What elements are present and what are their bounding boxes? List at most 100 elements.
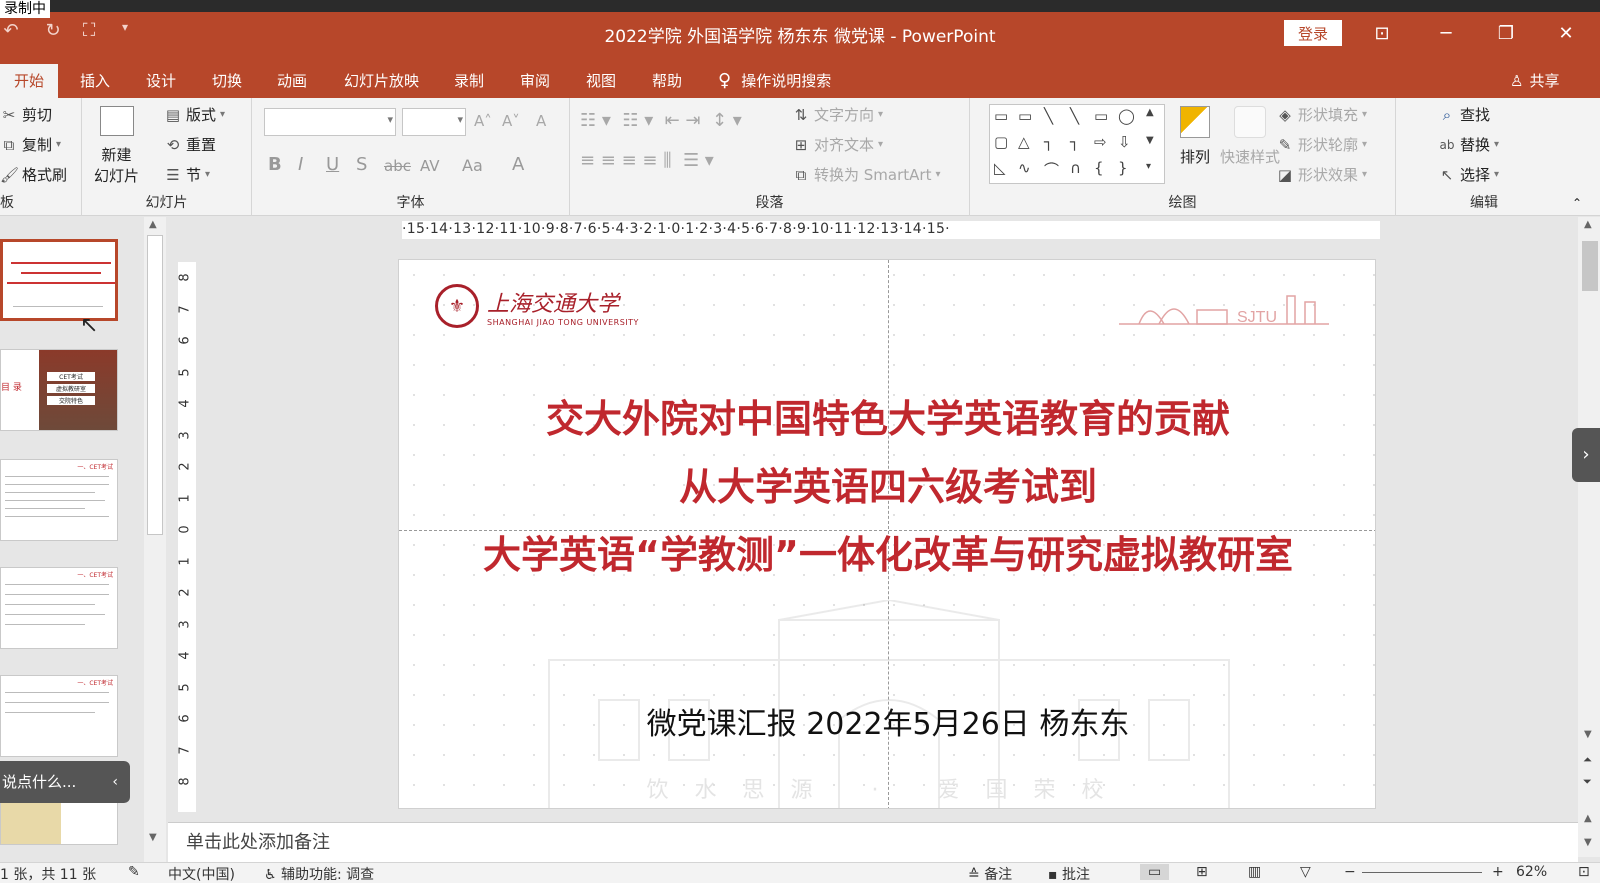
thumbnail-scrollbar[interactable]: ▲ ▼ [144, 217, 166, 863]
reading-view-icon[interactable]: ▥ [1248, 864, 1261, 880]
scribble-icon[interactable]: ∿ [1018, 159, 1031, 177]
bullets-icon[interactable]: ☷ ▾ ☷ ▾ ⇤ ⇥ ↕ ▾ [580, 110, 742, 131]
zoom-level[interactable]: 62% [1516, 864, 1547, 880]
shadow-button[interactable]: S [356, 154, 367, 175]
spell-check-icon[interactable]: ✎ [128, 864, 140, 880]
arrow-line-icon[interactable]: ╲ [1070, 107, 1079, 125]
tab-insert[interactable]: 插入 [66, 64, 124, 98]
select-button[interactable]: ↖ 选择 ▾ [1438, 164, 1499, 185]
slide-thumbnail-5[interactable]: 一、CET考试 [0, 675, 118, 757]
freeform-icon[interactable]: ◺ [994, 159, 1006, 177]
replace-button[interactable]: ab 替换 ▾ [1438, 134, 1500, 155]
slide-title-line-1[interactable]: 交大外院对中国特色大学英语教育的贡献 [399, 388, 1375, 443]
tab-home[interactable]: 开始 [0, 64, 59, 98]
tab-design[interactable]: 设计 [132, 64, 190, 98]
clear-format-button[interactable]: A [536, 112, 546, 130]
line-shape-icon[interactable]: ╲ [1044, 107, 1053, 125]
slide-subtitle[interactable]: 微党课汇报 2022年5月26日 杨东东 [399, 699, 1375, 743]
tell-me-search[interactable]: ♀ 操作说明搜索 [718, 64, 831, 98]
shrink-font-button[interactable]: A˅ [502, 112, 520, 130]
notes-pane[interactable]: 单击此处添加备注 [168, 822, 1578, 862]
tab-record[interactable]: 录制 [440, 64, 498, 98]
italic-button[interactable]: I [298, 154, 303, 175]
scroll-down-icon[interactable]: ▼ [1584, 837, 1592, 848]
smartart-button[interactable]: ⧉ 转换为 SmartArt ▾ [792, 164, 941, 185]
font-color-button[interactable]: A [512, 154, 524, 175]
expand-pane-chevron-icon[interactable]: › [1572, 428, 1600, 482]
underline-button[interactable]: U [326, 154, 339, 175]
rectangle-shape-icon[interactable]: ▭ [1094, 107, 1108, 125]
reset-button[interactable]: ⟲ 重置 [164, 134, 216, 155]
elbow-arrow-icon[interactable]: ┐ [1070, 133, 1079, 151]
copy-button[interactable]: ⧉ 复制 ▾ [0, 134, 61, 155]
minimize-button[interactable]: ─ [1424, 18, 1468, 50]
grow-font-button[interactable]: A˄ [474, 112, 492, 130]
layout-button[interactable]: ▤ 版式 ▾ [164, 104, 225, 125]
strikethrough-button[interactable]: abc [384, 157, 411, 175]
slide-canvas[interactable]: ⚜ 上海交通大学 SHANGHAI JIAO TONG UNIVERSITY S… [398, 259, 1376, 809]
right-arrow-icon[interactable]: ⇨ [1094, 133, 1107, 151]
thumbnail-scroll-thumb[interactable] [147, 235, 163, 535]
shape-outline-button[interactable]: ✎ 形状轮廓 ▾ [1276, 134, 1367, 155]
char-spacing-button[interactable]: AV [420, 157, 440, 175]
down-arrow-icon[interactable]: ⇩ [1118, 133, 1131, 151]
shape-fill-button[interactable]: ◈ 形状填充 ▾ [1276, 104, 1367, 125]
gallery-down-icon[interactable]: ▼ [1146, 135, 1154, 146]
login-button[interactable]: 登录 [1284, 20, 1342, 46]
tab-help[interactable]: 帮助 [638, 64, 696, 98]
scroll-up-icon[interactable]: ▲ [1584, 219, 1592, 230]
format-painter-button[interactable]: 🖌 格式刷 [0, 164, 67, 185]
scroll-up-icon[interactable]: ▲ [1584, 813, 1592, 824]
ribbon-display-options-icon[interactable]: ⊡ [1360, 18, 1404, 50]
language-status[interactable]: 中文(中国) [168, 864, 235, 883]
slideshow-view-icon[interactable]: ▽ [1300, 864, 1311, 880]
slide-sorter-view-icon[interactable]: ⊞ [1196, 864, 1208, 880]
font-family-combo[interactable]: ▾ [264, 108, 396, 136]
collapse-ribbon-icon[interactable]: ⌃ [1572, 196, 1582, 210]
close-button[interactable]: ✕ [1544, 18, 1588, 50]
scroll-down-icon[interactable]: ▼ [149, 832, 157, 843]
tab-slideshow[interactable]: 幻灯片放映 [330, 64, 433, 98]
gallery-up-icon[interactable]: ▲ [1146, 107, 1154, 118]
maximize-button[interactable]: ❐ [1484, 18, 1528, 50]
tab-animations[interactable]: 动画 [263, 64, 321, 98]
arrange-button[interactable]: 排列 [1180, 106, 1210, 167]
tab-review[interactable]: 审阅 [506, 64, 564, 98]
previous-slide-icon[interactable]: ⏶ [1583, 753, 1592, 767]
shapes-gallery[interactable]: ▭ ▭ ╲ ╲ ▭ ◯ ▢ △ ┐ ┐ ⇨ ⇩ ◺ ∿ ⌒ ∩ { } ▲ ▼ … [989, 104, 1165, 184]
align-text-button[interactable]: ⊞ 对齐文本 ▾ [792, 134, 883, 155]
section-button[interactable]: ☰ 节 ▾ [164, 164, 210, 185]
normal-view-icon[interactable]: ▭ [1140, 864, 1170, 880]
slide-thumbnail-4[interactable]: 一、CET考试 [0, 567, 118, 649]
slide-title-line-2[interactable]: 从大学英语四六级考试到 [399, 456, 1375, 511]
slide-scrollbar[interactable]: ▲ ▼ ⏶ ⏷ ▲ ▼ [1578, 217, 1600, 857]
tab-view[interactable]: 视图 [572, 64, 630, 98]
change-case-button[interactable]: Aa [462, 156, 483, 175]
triangle-shape-icon[interactable]: △ [1018, 133, 1030, 151]
left-brace-icon[interactable]: { [1094, 159, 1104, 177]
cut-button[interactable]: ✂ 剪切 [0, 104, 52, 125]
fit-to-window-icon[interactable]: ⊡ [1578, 864, 1590, 880]
right-brace-icon[interactable]: } [1118, 159, 1128, 177]
zoom-slider[interactable] [1362, 872, 1482, 873]
slide-thumbnail-1[interactable] [0, 239, 118, 321]
rounded-rect-icon[interactable]: ▢ [994, 133, 1008, 151]
accessibility-status[interactable]: ♿ 辅助功能: 调查 [264, 864, 374, 883]
scroll-down-icon[interactable]: ▼ [1584, 729, 1592, 740]
text-direction-button[interactable]: ⇅ 文字方向 ▾ [792, 104, 883, 125]
slide-scroll-thumb[interactable] [1582, 241, 1598, 291]
scroll-up-icon[interactable]: ▲ [149, 219, 157, 230]
next-slide-icon[interactable]: ⏷ [1583, 775, 1592, 789]
gallery-more-icon[interactable]: ▾ [1146, 161, 1151, 172]
chevron-left-icon[interactable]: ‹ [112, 761, 118, 803]
align-icons[interactable]: ≡ ≡ ≡ ≡ ⫼ ☰ ▾ [580, 150, 714, 171]
vertical-textbox-icon[interactable]: ▭ [1018, 107, 1032, 125]
new-slide-button[interactable]: 新建 幻灯片 [94, 106, 139, 186]
share-button[interactable]: ♙ 共享 [1510, 64, 1559, 98]
oval-shape-icon[interactable]: ◯ [1118, 107, 1135, 125]
bold-button[interactable]: B [268, 154, 282, 175]
notes-toggle[interactable]: ≙ 备注 [968, 864, 1012, 883]
curve-icon[interactable]: ∩ [1070, 159, 1081, 177]
slide-thumbnail-2[interactable]: 目 录 CET考试 虚拟教研室 交院特色 [0, 349, 118, 431]
zoom-out-button[interactable]: − [1344, 864, 1356, 880]
